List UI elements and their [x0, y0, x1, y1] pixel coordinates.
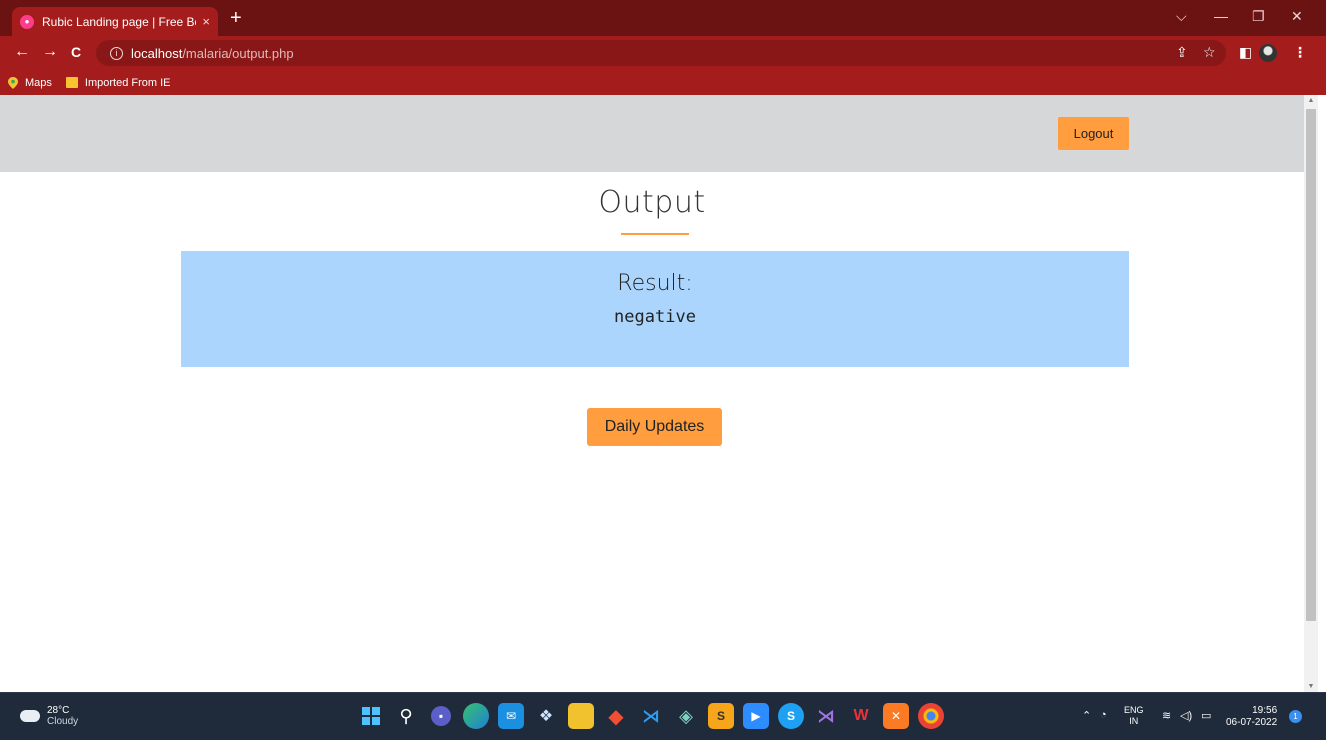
url-path: /malaria/output.php: [182, 45, 294, 61]
git-icon[interactable]: ◆: [603, 703, 629, 729]
bookmark-label: Maps: [25, 76, 52, 89]
page-title: Output: [598, 185, 706, 220]
result-value: negative: [614, 307, 696, 327]
reload-button[interactable]: C: [71, 44, 81, 60]
side-panel-icon[interactable]: ◧: [1239, 45, 1252, 59]
keyboard-region: IN: [1129, 716, 1139, 726]
scroll-down-arrow-icon[interactable]: ▼: [1304, 683, 1318, 690]
file-explorer-icon[interactable]: [568, 703, 594, 729]
cloud-icon: [20, 710, 40, 722]
tab-search-icon[interactable]: ⌵: [1176, 8, 1187, 25]
result-panel: Result: negative: [181, 251, 1129, 367]
back-button[interactable]: ←: [14, 44, 30, 60]
show-hidden-icons-icon[interactable]: ⌃: [1082, 709, 1091, 722]
menu-icon[interactable]: ⋮: [1293, 45, 1307, 59]
scrollbar-thumb[interactable]: [1306, 109, 1316, 621]
chrome-icon[interactable]: [918, 703, 944, 729]
vscode-icon[interactable]: ⋊: [638, 703, 664, 729]
wps-office-icon[interactable]: W: [848, 703, 874, 729]
search-icon[interactable]: ⚲: [393, 703, 419, 729]
sublime-icon[interactable]: S: [708, 703, 734, 729]
minimize-button[interactable]: —: [1214, 8, 1228, 24]
visual-studio-icon[interactable]: ⋊: [813, 703, 839, 729]
notification-badge[interactable]: 1: [1289, 710, 1302, 723]
bookmark-maps[interactable]: Maps: [8, 76, 52, 89]
weather-temp: 28°C: [47, 705, 70, 716]
volume-icon[interactable]: ◁): [1180, 709, 1192, 722]
share-icon[interactable]: ⇪: [1176, 45, 1188, 59]
map-pin-icon: [8, 76, 18, 89]
scroll-up-arrow-icon[interactable]: ▲: [1304, 97, 1318, 104]
site-info-icon[interactable]: i: [110, 46, 123, 60]
bookmark-label: Imported From IE: [84, 76, 171, 89]
close-window-button[interactable]: ✕: [1291, 8, 1303, 25]
address-bar[interactable]: i localhost/malaria/output.php: [96, 40, 1226, 66]
system-clock[interactable]: 19:56 06-07-2022: [1226, 705, 1277, 729]
clock-time: 19:56: [1252, 705, 1278, 716]
mail-icon[interactable]: ✉: [498, 703, 524, 729]
pinned-apps: ⚲ ▪ ✉ ❖ ◆ ⋊ ◈ S ▶ S ⋊ W ✕: [358, 703, 953, 729]
site-favicon-icon: ●: [20, 14, 34, 29]
restore-button[interactable]: ❐: [1252, 8, 1265, 25]
result-label: Result:: [617, 271, 693, 296]
title-underline: [621, 233, 689, 235]
new-tab-button[interactable]: +: [230, 8, 242, 28]
windows-start-icon[interactable]: [358, 703, 384, 729]
daily-updates-button[interactable]: Daily Updates: [587, 408, 722, 446]
zoom-icon[interactable]: ▶: [743, 703, 769, 729]
battery-icon[interactable]: ▭: [1201, 709, 1211, 722]
network-status-icon[interactable]: ◔: [1100, 709, 1107, 721]
gitkraken-icon[interactable]: ◈: [673, 703, 699, 729]
browser-toolbar: ← → C i localhost/malaria/output.php ⇪ ☆…: [0, 36, 1326, 70]
folder-icon: [65, 77, 78, 88]
language-indicator[interactable]: ENG IN: [1124, 705, 1144, 727]
clock-date: 06-07-2022: [1226, 717, 1278, 728]
profile-avatar[interactable]: [1259, 44, 1277, 62]
skype-icon[interactable]: S: [778, 703, 804, 729]
bookmarks-bar: Maps Imported From IE: [0, 70, 1326, 95]
tab-title: Rubic Landing page | Free Bootst: [42, 14, 196, 29]
edge-icon[interactable]: [463, 703, 489, 729]
wifi-icon[interactable]: ≋: [1162, 709, 1171, 722]
dropbox-icon[interactable]: ❖: [533, 703, 559, 729]
url-host: localhost: [131, 45, 183, 61]
tab-close-icon[interactable]: ×: [202, 14, 210, 29]
bookmark-imported-from-ie[interactable]: Imported From IE: [65, 76, 171, 89]
windows-taskbar: 28°C Cloudy ⚲ ▪ ✉ ❖ ◆ ⋊ ◈ S ▶ S ⋊ W ✕ ⌃ …: [0, 692, 1326, 740]
logout-button[interactable]: Logout: [1058, 117, 1129, 150]
page-viewport: Logout Output Result: negative Daily Upd…: [0, 95, 1304, 692]
bookmark-star-icon[interactable]: ☆: [1203, 45, 1216, 59]
teams-chat-icon[interactable]: ▪: [431, 706, 451, 726]
active-tab[interactable]: ● Rubic Landing page | Free Bootst ×: [12, 7, 218, 36]
weather-desc: Cloudy: [47, 716, 79, 727]
vertical-scrollbar[interactable]: ▲ ▼: [1304, 95, 1318, 692]
page-header: Logout: [0, 95, 1304, 172]
weather-widget[interactable]: 28°C Cloudy: [20, 705, 78, 727]
forward-button[interactable]: →: [42, 44, 58, 60]
xampp-icon[interactable]: ✕: [883, 703, 909, 729]
language-code: ENG: [1124, 705, 1144, 715]
tab-strip: ● Rubic Landing page | Free Bootst × + ⌵…: [0, 0, 1326, 36]
